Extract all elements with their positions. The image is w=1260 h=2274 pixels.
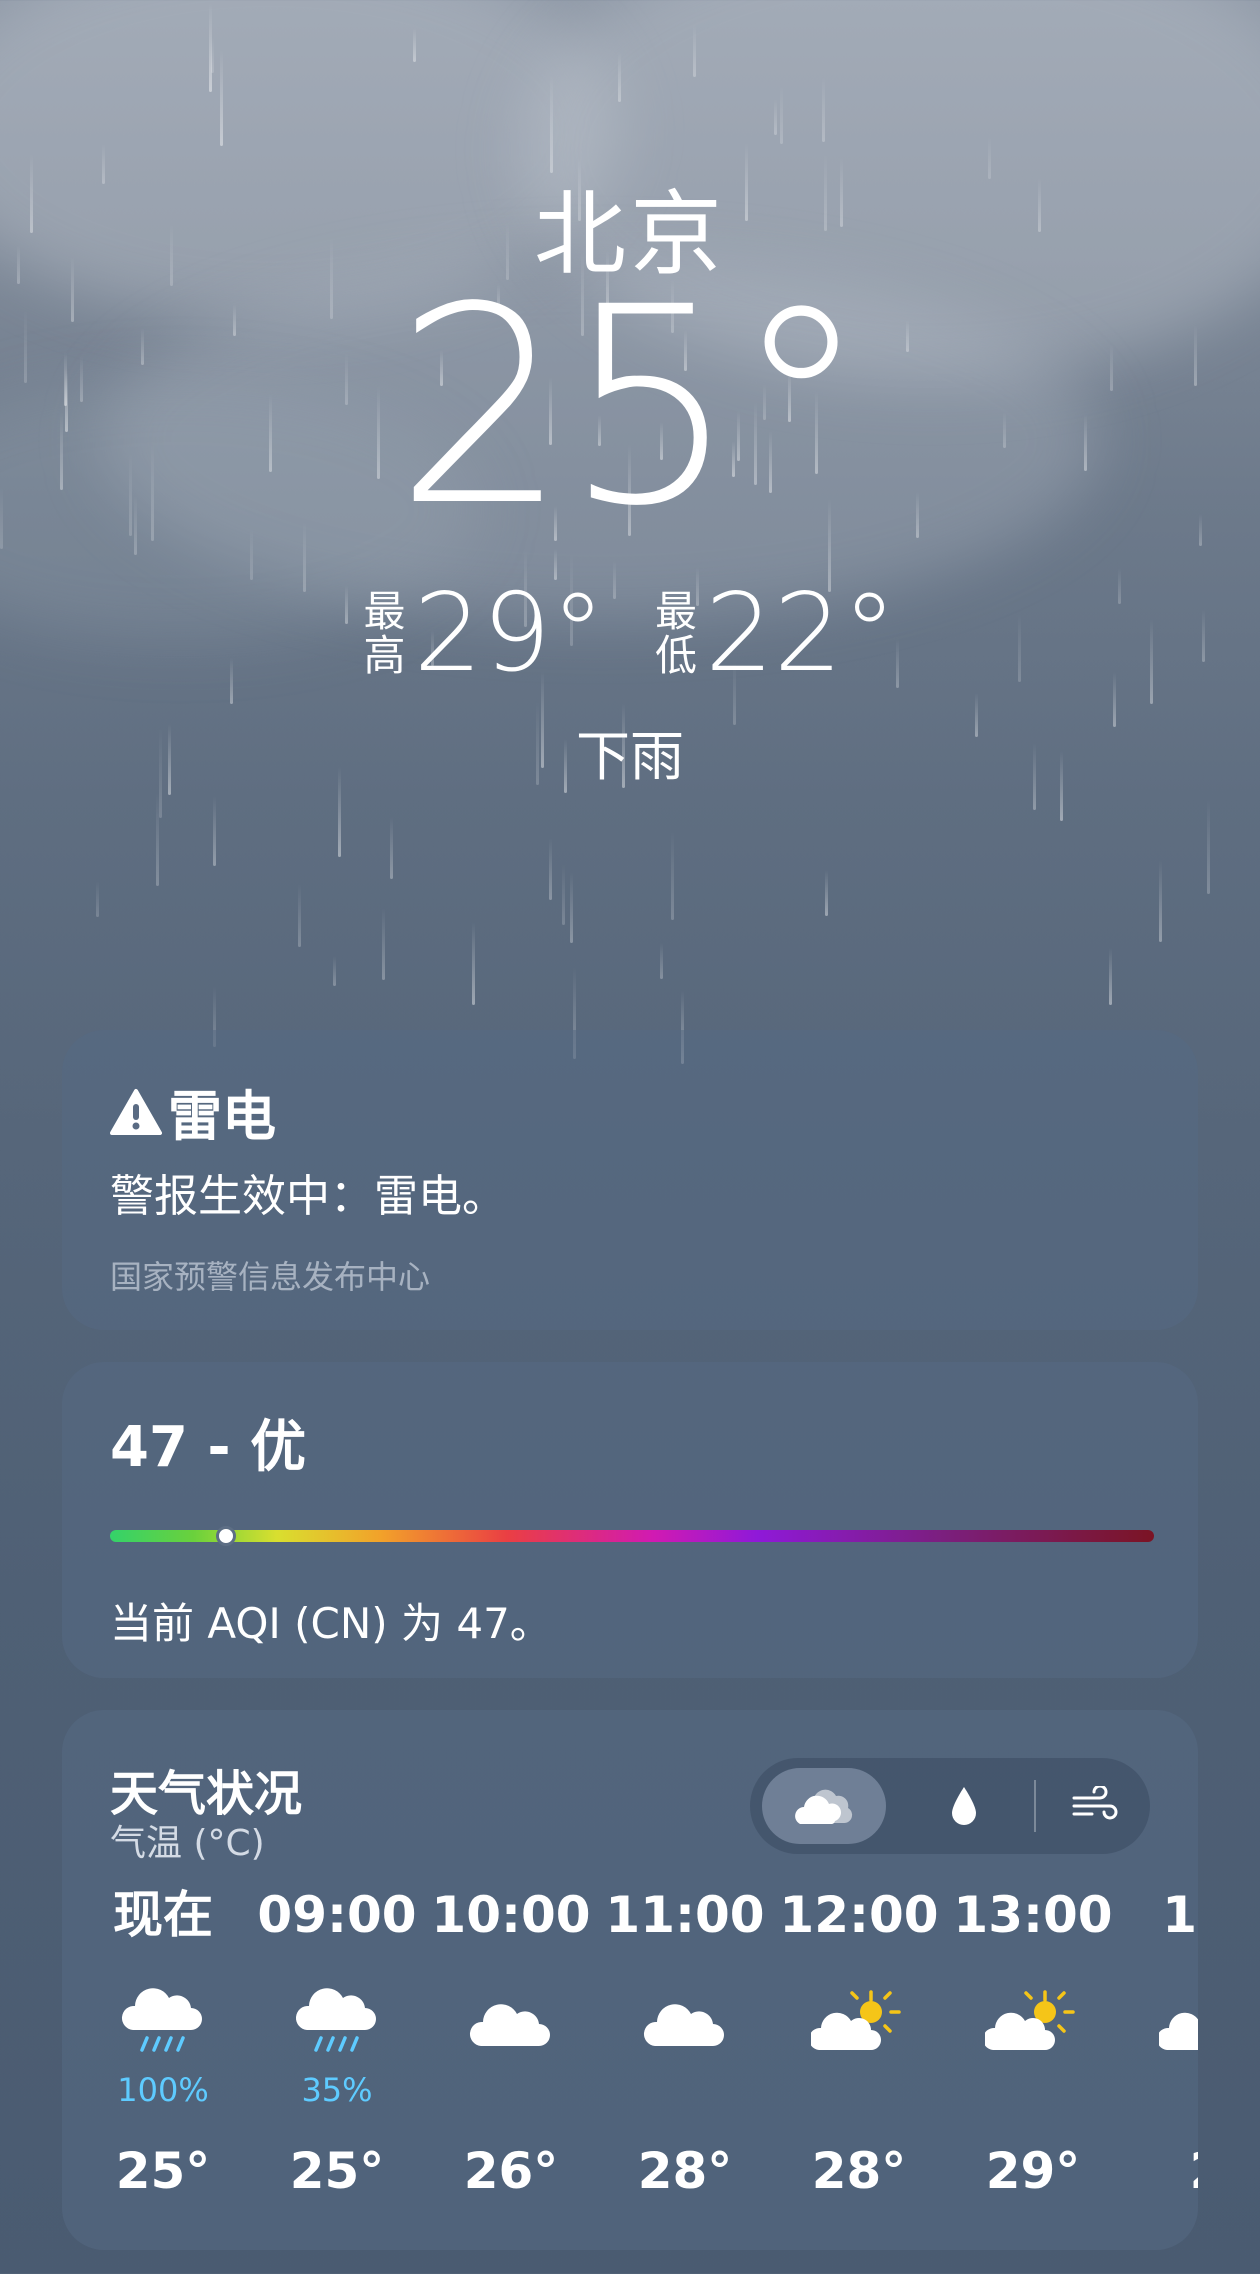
low-temp-group: 最低 22°	[655, 580, 896, 688]
alert-title: 雷电	[110, 1072, 276, 1151]
partly-sunny-icon	[1120, 1974, 1198, 2070]
raindrop	[333, 956, 336, 986]
alert-title-text: 雷电	[168, 1085, 276, 1148]
tab-separator	[1034, 1780, 1036, 1832]
forecast-subtitle: 气温 (°C)	[110, 1823, 265, 1864]
warning-icon	[110, 1088, 162, 1135]
raindrop	[211, 37, 214, 73]
rain-cloud-icon	[76, 1974, 250, 2070]
hour-column: 11:00 28°	[598, 1880, 772, 2200]
partly-sunny-icon	[946, 1974, 1120, 2070]
hour-time: 13:00	[953, 1886, 1113, 1944]
hour-temp: 2	[1120, 2142, 1198, 2200]
label-char: 最	[655, 587, 698, 636]
hour-column: 14: 2	[1120, 1880, 1198, 2200]
high-temp: 29°	[413, 571, 605, 696]
label-char: 最	[363, 587, 406, 636]
alert-source: 国家预警信息发布中心	[110, 1258, 431, 1296]
hourly-list[interactable]: 现在 100% 25° 09:00 35% 25° 10:00 26° 11:00 28° 12:0…	[62, 1880, 1198, 2240]
precipitation-tab[interactable]	[922, 1768, 1006, 1844]
hour-column: 12:00 28°	[772, 1880, 946, 2200]
high-low-temps: 最高 29° 最低 22°	[0, 580, 1260, 688]
hour-time: 10:00	[431, 1886, 591, 1944]
hour-column: 10:00 26°	[424, 1880, 598, 2200]
precip-chance: 35%	[301, 2071, 373, 2109]
aqi-title: 47 - 优	[110, 1415, 307, 1480]
raindrop	[382, 908, 385, 980]
raindrop	[660, 943, 663, 979]
weather-alert-card[interactable]: 雷电 警报生效中：雷电。 国家预警信息发布中心	[62, 1030, 1198, 1330]
aqi-indicator-dot	[216, 1526, 236, 1546]
wind-icon	[1072, 1786, 1118, 1820]
raindrop	[549, 838, 552, 900]
raindrop	[618, 52, 621, 102]
precip-chance: 100%	[117, 2071, 209, 2109]
raindrop	[693, 24, 696, 77]
precip-chance	[1120, 2070, 1198, 2110]
hour-temp: 25°	[289, 2142, 385, 2200]
hour-temp: 28°	[637, 2142, 733, 2200]
precip-chance	[946, 2070, 1120, 2110]
low-label: 最低	[655, 590, 697, 678]
hour-column: 现在 100% 25°	[76, 1880, 250, 2200]
aqi-description: 当前 AQI (CN) 为 47。	[110, 1599, 552, 1648]
raindrop	[1109, 948, 1112, 1005]
weather-condition: 下雨	[576, 725, 684, 788]
hour-temp: 29°	[985, 2142, 1081, 2200]
label-char: 高	[363, 631, 406, 680]
raindrop	[298, 884, 301, 947]
raindrop	[1159, 860, 1162, 942]
raindrop	[825, 870, 828, 916]
aqi-scale-bar	[110, 1530, 1154, 1542]
precip-chance	[424, 2070, 598, 2110]
drop-icon	[952, 1787, 976, 1825]
raindrop	[156, 793, 159, 886]
hour-temp: 28°	[811, 2142, 907, 2200]
precip-chance	[598, 2070, 772, 2110]
raindrop	[822, 77, 825, 142]
raindrop	[96, 881, 99, 917]
raindrop	[220, 50, 223, 146]
hour-column: 13:00 29°	[946, 1880, 1120, 2200]
rain-cloud-icon	[250, 1974, 424, 2070]
precip-chance	[772, 2070, 946, 2110]
hour-time: 14:	[1162, 1886, 1198, 1944]
raindrop	[413, 28, 416, 62]
raindrop	[774, 99, 777, 135]
hour-temp: 26°	[463, 2142, 559, 2200]
current-temperature: 25°	[394, 250, 869, 566]
raindrop	[550, 75, 553, 173]
raindrop	[209, 3, 212, 92]
forecast-mode-switcher	[750, 1758, 1150, 1854]
hour-temp: 25°	[115, 2142, 211, 2200]
hour-time: 11:00	[605, 1886, 765, 1944]
cloud-icon	[795, 1789, 853, 1824]
raindrop	[671, 831, 674, 920]
label-char: 低	[655, 631, 698, 680]
alert-text: 警报生效中：雷电。	[110, 1171, 506, 1222]
raindrop	[1207, 799, 1210, 894]
high-label: 最高	[364, 590, 406, 678]
low-temp: 22°	[705, 571, 897, 696]
raindrop	[213, 796, 216, 866]
hour-time: 12:00	[779, 1886, 939, 1944]
partly-sunny-icon	[772, 1974, 946, 2070]
cloud-icon	[424, 1974, 598, 2070]
raindrop	[562, 864, 565, 925]
air-quality-card[interactable]: 47 - 优 当前 AQI (CN) 为 47。	[62, 1362, 1198, 1678]
raindrop	[390, 817, 393, 879]
hour-time: 09:00	[257, 1886, 417, 1944]
raindrop	[570, 872, 573, 943]
hour-time: 现在	[113, 1886, 213, 1944]
hour-column: 09:00 35% 25°	[250, 1880, 424, 2200]
wind-tab[interactable]	[1050, 1768, 1140, 1844]
conditions-tab[interactable]	[762, 1768, 886, 1844]
raindrop	[780, 86, 783, 144]
hourly-forecast-card[interactable]: 天气状况 气温 (°C) 现在 100% 25° 09:00 35% 25° 10:00 26…	[62, 1710, 1198, 2250]
cloud-icon	[598, 1974, 772, 2070]
high-temp-group: 最高 29°	[364, 580, 605, 688]
raindrop	[472, 922, 475, 1005]
